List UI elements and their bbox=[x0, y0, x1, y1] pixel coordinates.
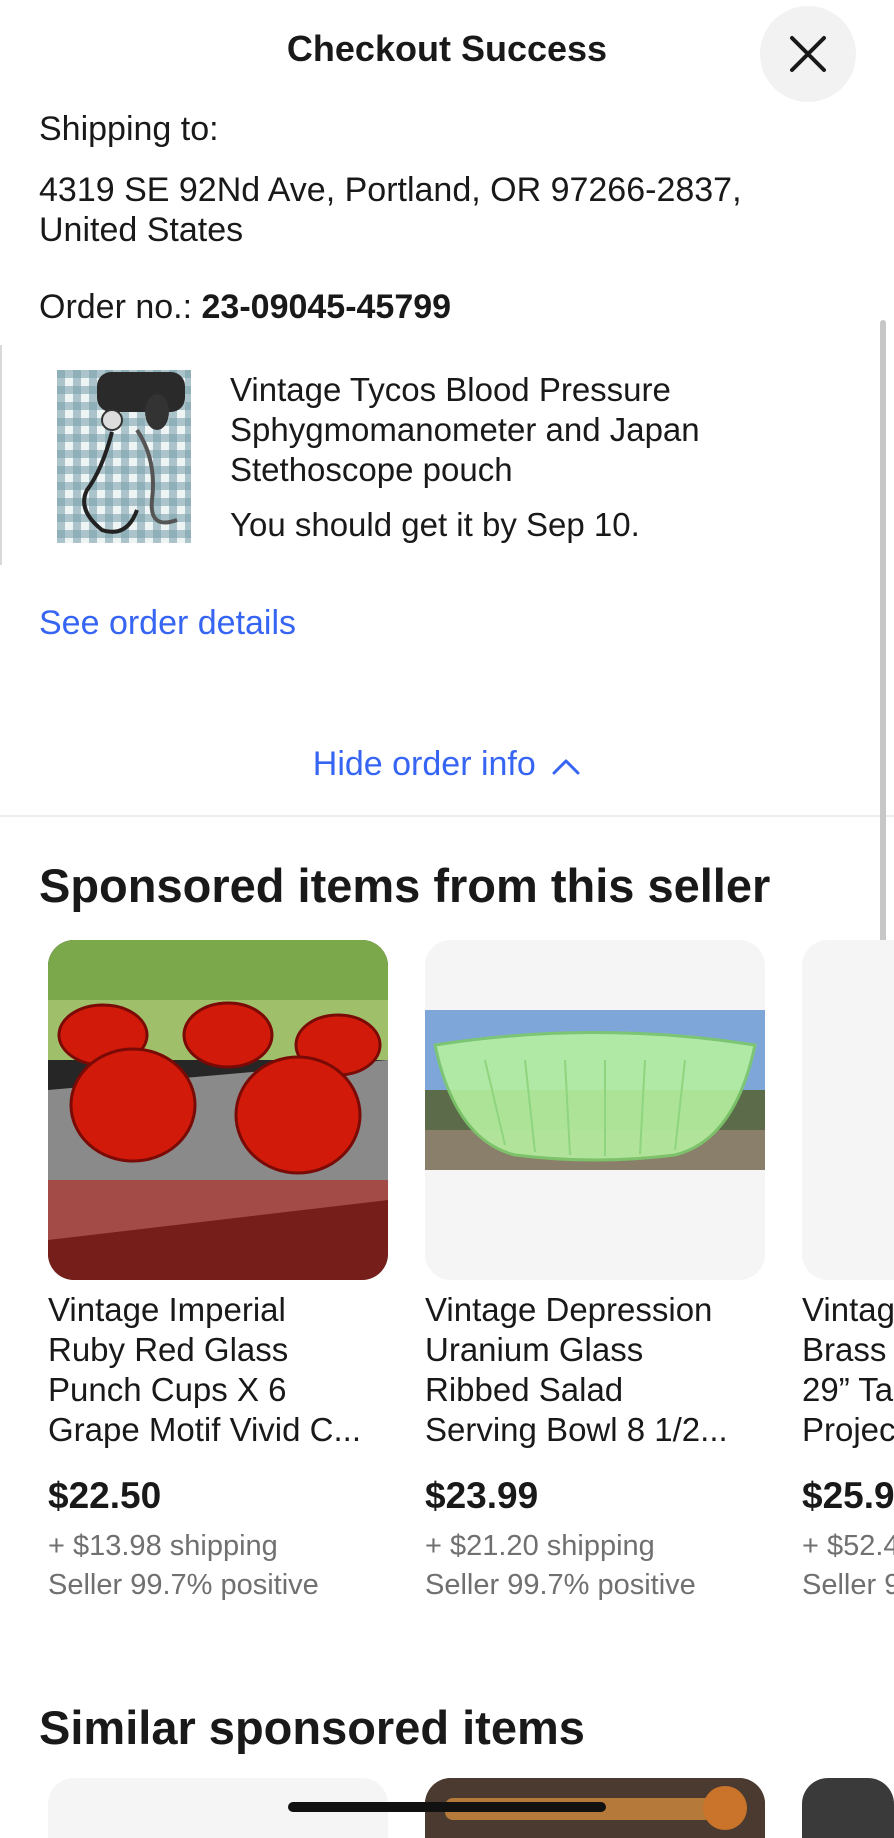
order-item-title-line: Stethoscope pouch bbox=[230, 451, 513, 488]
product-title-line: 29” Ta bbox=[802, 1371, 894, 1408]
order-item-title-line: Sphygmomanometer and Japan bbox=[230, 411, 700, 448]
shipping-label: Shipping to: bbox=[39, 110, 219, 148]
scrollbar[interactable] bbox=[880, 320, 886, 1035]
delivery-estimate: You should get it by Sep 10. bbox=[230, 506, 640, 543]
hide-order-info-button[interactable]: Hide order info bbox=[0, 745, 894, 784]
similar-item-card[interactable] bbox=[802, 1778, 894, 1838]
product-title-line: Vintage Depression bbox=[425, 1291, 713, 1328]
seller-rating: Seller 99.7% positive bbox=[425, 1569, 696, 1601]
header: Checkout Success bbox=[0, 0, 894, 105]
seller-rating: Seller 9 bbox=[802, 1569, 894, 1601]
product-card[interactable]: Vintag Brass 29” Ta Projec $25.9 + $52.4… bbox=[802, 940, 894, 1620]
address-line-2: United States bbox=[39, 211, 244, 249]
product-title: Vintage Imperial Ruby Red Glass Punch Cu… bbox=[48, 1290, 388, 1450]
product-title-line: Projec bbox=[802, 1411, 894, 1448]
close-icon bbox=[790, 36, 826, 72]
sponsored-seller-heading: Sponsored items from this seller bbox=[39, 859, 771, 912]
hide-order-info-label: Hide order info bbox=[312, 745, 536, 783]
seller-rating: Seller 99.7% positive bbox=[48, 1569, 319, 1601]
product-image bbox=[48, 940, 388, 1280]
product-image bbox=[802, 940, 894, 1280]
order-number-value: 23-09045-45799 bbox=[201, 288, 452, 326]
product-image bbox=[425, 940, 765, 1280]
chevron-up-icon bbox=[552, 759, 580, 775]
order-item-title[interactable]: Vintage Tycos Blood Pressure Sphygmomano… bbox=[230, 370, 830, 490]
product-shipping: + $21.20 shipping bbox=[425, 1530, 655, 1562]
home-indicator[interactable] bbox=[288, 1802, 606, 1812]
product-title: Vintag Brass 29” Ta Projec bbox=[802, 1290, 894, 1450]
order-number-label: Order no.: bbox=[39, 288, 202, 326]
product-title-line: Uranium Glass bbox=[425, 1331, 644, 1368]
address-line-1: 4319 SE 92Nd Ave, Portland, OR 97266-283… bbox=[39, 171, 742, 209]
similar-items-heading: Similar sponsored items bbox=[39, 1701, 585, 1754]
shipping-address: 4319 SE 92Nd Ave, Portland, OR 97266-283… bbox=[39, 170, 799, 250]
order-item-title-line: Vintage Tycos Blood Pressure bbox=[230, 371, 671, 408]
order-number: Order no.: 23-09045-45799 bbox=[39, 288, 451, 327]
product-price: $25.9 bbox=[802, 1475, 894, 1516]
product-title-line: Vintag bbox=[802, 1291, 894, 1328]
close-button[interactable] bbox=[760, 6, 856, 102]
order-item[interactable]: Vintage Tycos Blood Pressure Sphygmomano… bbox=[57, 370, 857, 545]
order-item-image bbox=[57, 370, 191, 543]
product-title-line: Brass bbox=[802, 1331, 887, 1368]
product-title-line: Ruby Red Glass bbox=[48, 1331, 289, 1368]
product-title-line: Punch Cups X 6 bbox=[48, 1371, 287, 1408]
section-divider bbox=[0, 815, 894, 817]
product-title: Vintage Depression Uranium Glass Ribbed … bbox=[425, 1290, 765, 1450]
product-shipping: + $52.4 bbox=[802, 1530, 894, 1562]
product-title-line: Grape Motif Vivid C... bbox=[48, 1411, 362, 1448]
product-title-line: Vintage Imperial bbox=[48, 1291, 286, 1328]
product-title-line: Serving Bowl 8 1/2... bbox=[425, 1411, 728, 1448]
edge-line bbox=[0, 345, 2, 565]
product-title-line: Ribbed Salad bbox=[425, 1371, 624, 1408]
product-price: $23.99 bbox=[425, 1475, 539, 1516]
product-price: $22.50 bbox=[48, 1475, 162, 1516]
see-order-details-link[interactable]: See order details bbox=[39, 604, 296, 643]
product-shipping: + $13.98 shipping bbox=[48, 1530, 278, 1562]
